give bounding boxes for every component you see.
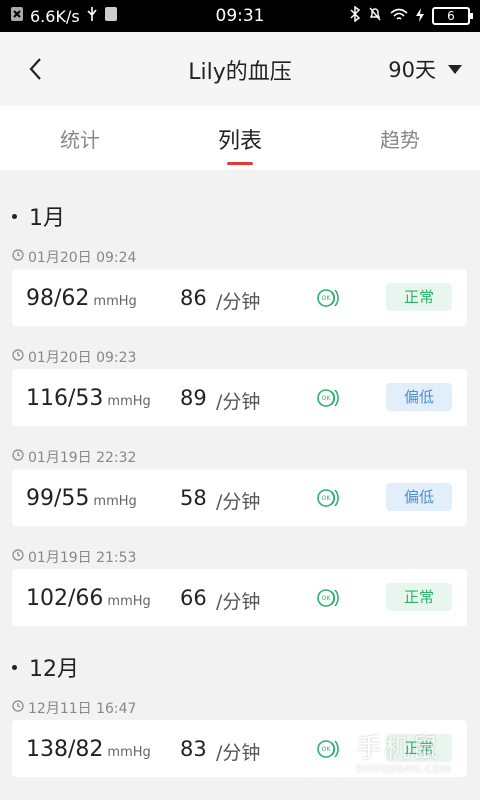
bp-unit: mmHg — [107, 394, 151, 409]
blood-pressure: 102/66 mmHg — [26, 586, 151, 611]
tab-trend[interactable]: 趋势 — [320, 124, 480, 153]
status-badge: 偏低 — [386, 483, 452, 511]
blood-pressure: 99/55 mmHg — [26, 486, 137, 511]
mute-icon — [368, 6, 382, 26]
bullet-dot — [12, 664, 17, 670]
blood-pressure: 116/53 mmHg — [26, 386, 151, 411]
svg-text:OK: OK — [322, 295, 332, 302]
watermark-logo: 手机鼠 SHOUJISHU.COM — [296, 720, 466, 792]
record-time: 01月19日 21:53 — [12, 547, 136, 567]
pulse-unit: /分钟 — [216, 291, 261, 313]
bluetooth-icon — [350, 5, 361, 26]
tab-list[interactable]: 列表 — [160, 123, 320, 155]
bp-unit: mmHg — [107, 594, 151, 609]
status-badge: 正常 — [386, 583, 452, 611]
charging-icon — [416, 7, 424, 26]
pulse-value: 66 — [180, 586, 207, 610]
record-time: 01月20日 09:23 — [12, 347, 136, 367]
bullet-dot — [12, 213, 17, 219]
bp-unit: mmHg — [93, 494, 137, 509]
record-time-text: 01月19日 22:32 — [28, 450, 137, 466]
pulse-unit: /分钟 — [216, 491, 261, 513]
app-header: Lily的血压 90天 — [0, 32, 480, 106]
clock-icon — [12, 700, 24, 716]
record-time: 01月19日 22:32 — [12, 447, 136, 467]
ok-icon: OK — [315, 386, 339, 410]
record-card[interactable]: 98/62 mmHg 86/分钟 OK 正常 — [12, 269, 467, 326]
bp-value: 116/53 — [26, 386, 104, 411]
clock-icon — [12, 449, 24, 465]
pulse-value: 83 — [180, 737, 207, 761]
status-bar: 6.6K/s 09:31 6 — [0, 0, 480, 32]
clock-icon — [12, 249, 24, 265]
watermark-mouse-icon — [298, 722, 350, 778]
ok-icon: OK — [315, 286, 339, 310]
range-dropdown[interactable]: 90天 — [388, 54, 462, 84]
watermark-text: 手机鼠 — [356, 734, 441, 764]
status-badge: 偏低 — [386, 383, 452, 411]
record-card[interactable]: 116/53 mmHg 89/分钟 OK 偏低 — [12, 369, 467, 426]
pulse-value: 58 — [180, 486, 207, 510]
record-card[interactable]: 99/55 mmHg 58/分钟 OK 偏低 — [12, 469, 467, 526]
bp-value: 99/55 — [26, 486, 90, 511]
status-bar-right: 6 — [350, 5, 473, 26]
clock-icon — [12, 349, 24, 365]
battery-icon: 6 — [432, 7, 473, 25]
record-time-text: 12月11日 16:47 — [28, 701, 137, 717]
clock-icon — [12, 549, 24, 565]
ok-icon: OK — [315, 586, 339, 610]
bp-value: 102/66 — [26, 586, 104, 611]
svg-text:OK: OK — [322, 595, 332, 602]
record-time-text: 01月20日 09:23 — [28, 350, 137, 366]
record-time-text: 01月19日 21:53 — [28, 550, 137, 566]
blood-pressure: 98/62 mmHg — [26, 286, 137, 311]
svg-text:OK: OK — [322, 395, 332, 402]
bp-unit: mmHg — [107, 745, 151, 760]
ok-icon: OK — [315, 486, 339, 510]
record-time-text: 01月20日 09:24 — [28, 250, 137, 266]
tab-statistics[interactable]: 统计 — [0, 124, 160, 153]
month-header: 12月 — [12, 651, 79, 683]
pulse-unit: /分钟 — [216, 742, 261, 764]
pulse-unit: /分钟 — [216, 391, 261, 413]
bp-value: 98/62 — [26, 286, 90, 311]
wifi-icon — [390, 7, 408, 26]
svg-text:OK: OK — [322, 495, 332, 502]
record-time: 12月11日 16:47 — [12, 698, 136, 718]
caret-down-icon — [448, 64, 462, 74]
record-card[interactable]: 102/66 mmHg 66/分钟 OK 正常 — [12, 569, 467, 626]
pulse-unit: /分钟 — [216, 591, 261, 613]
tab-bar: 统计 列表 趋势 — [0, 106, 480, 170]
month-header: 1月 — [12, 200, 65, 232]
active-tab-indicator — [227, 162, 253, 165]
status-badge: 正常 — [386, 283, 452, 311]
record-time: 01月20日 09:24 — [12, 247, 136, 267]
bp-unit: mmHg — [93, 294, 137, 309]
watermark-url: SHOUJISHU.COM — [356, 764, 452, 775]
bp-value: 138/82 — [26, 737, 104, 762]
range-label: 90天 — [388, 58, 436, 82]
pulse-value: 89 — [180, 386, 207, 410]
month-label: 1月 — [29, 206, 65, 231]
pulse-value: 86 — [180, 286, 207, 310]
blood-pressure: 138/82 mmHg — [26, 737, 151, 762]
month-label: 12月 — [29, 657, 79, 682]
